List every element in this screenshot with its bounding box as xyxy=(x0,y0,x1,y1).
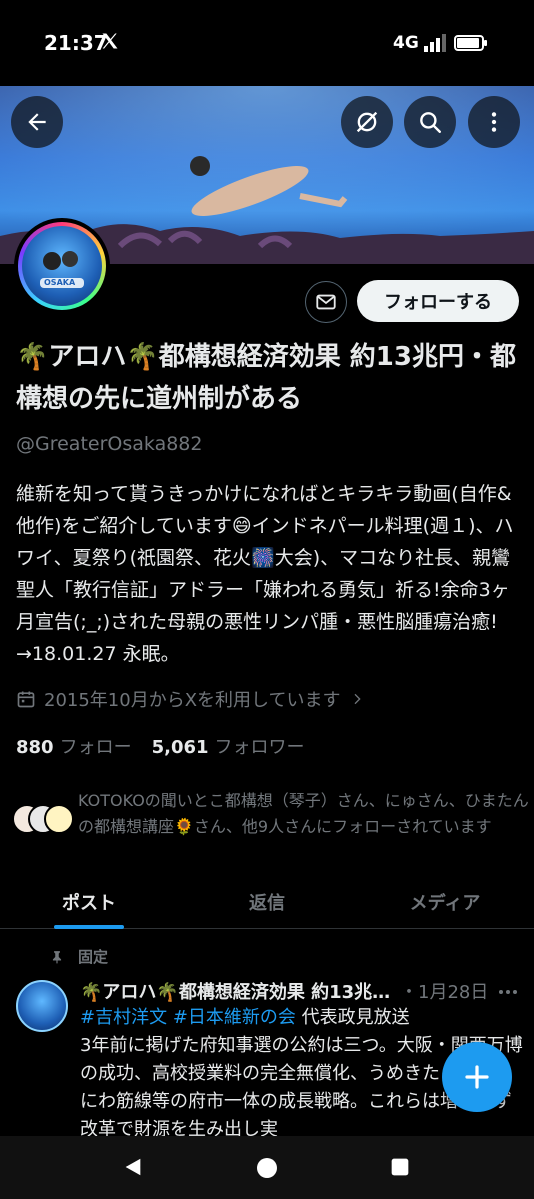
post-date[interactable]: ・1月28日 xyxy=(400,978,488,1004)
back-button[interactable] xyxy=(11,96,63,148)
followers-count: 5,061 xyxy=(151,737,209,758)
follower-avatar xyxy=(44,804,74,834)
envelope-icon xyxy=(316,294,336,310)
following-label: フォロー xyxy=(59,737,132,758)
active-tab-indicator xyxy=(54,925,124,929)
more-button[interactable] xyxy=(468,96,520,148)
x-logo-icon xyxy=(102,33,118,49)
tab-label: 返信 xyxy=(249,893,285,914)
display-name: 🌴アロハ🌴都構想経済効果 約13兆円・都構想の先に道州制がある xyxy=(16,342,516,414)
system-nav-bar xyxy=(0,1136,534,1199)
nav-back-icon[interactable] xyxy=(122,1156,144,1178)
arrow-left-icon xyxy=(28,113,46,131)
tab-media[interactable]: メディア xyxy=(356,873,534,928)
follow-stats: 880 フォロー 5,061 フォロワー xyxy=(16,733,305,759)
hashtag-link[interactable]: #吉村洋文 xyxy=(80,1007,167,1028)
followers-link[interactable]: 5,061 フォロワー xyxy=(152,733,305,759)
search-icon xyxy=(420,112,441,133)
pinned-indicator: 固定 xyxy=(50,946,108,967)
network-type: 4G xyxy=(393,33,419,53)
handle: @GreaterOsaka882 xyxy=(16,433,203,455)
battery-icon xyxy=(454,35,487,51)
nav-home-icon[interactable] xyxy=(255,1156,279,1180)
message-button[interactable] xyxy=(305,281,347,323)
tab-posts[interactable]: ポスト xyxy=(0,873,178,929)
followers-label: フォロワー xyxy=(214,737,305,758)
followed-by-avatars xyxy=(12,804,74,836)
joined-date[interactable]: 2015年10月からXを利用しています xyxy=(16,686,365,712)
tab-label: メディア xyxy=(409,893,481,914)
post-header: 🌴アロハ🌴都構想経済効果 約13兆円・都構想の先に道州制がある ・1月28日 xyxy=(80,978,520,1004)
tab-replies[interactable]: 返信 xyxy=(178,873,356,928)
more-vertical-icon xyxy=(491,112,497,132)
profile-avatar[interactable]: OSAKA xyxy=(14,218,110,314)
chevron-right-icon xyxy=(354,693,361,705)
follow-button[interactable]: フォローする xyxy=(357,280,519,322)
grok-icon xyxy=(356,111,378,133)
hashtag-link[interactable]: #日本維新の会 xyxy=(173,1007,296,1028)
followed-by-text: KOTOKOの聞いとこ都構想（琴子）さん、にゅさん、ひまたんの都構想講座🌻さん、… xyxy=(78,791,529,836)
following-link[interactable]: 880 フォロー xyxy=(16,733,132,759)
post-author[interactable]: 🌴アロハ🌴都構想経済効果 約13兆円・都構想の先に道州制がある xyxy=(80,978,396,1004)
joined-text: 2015年10月からXを利用しています xyxy=(44,690,341,711)
tab-label: ポスト xyxy=(62,893,116,914)
bio: 維新を知って貰うきっかけになればとキラキラ動画(自作&他作)をご紹介しています😄… xyxy=(16,483,514,665)
post-text-inline: 代表政見放送 xyxy=(301,1007,410,1028)
plus-icon xyxy=(465,1065,489,1089)
profile-tabs: ポスト 返信 メディア xyxy=(0,873,534,929)
status-time: 21:37 xyxy=(44,31,108,55)
status-bar: 21:37 4G xyxy=(0,0,534,86)
pin-icon xyxy=(52,950,62,963)
post-more-icon[interactable] xyxy=(496,980,520,1004)
signal-icon xyxy=(424,34,446,52)
following-count: 880 xyxy=(16,737,54,758)
nav-recents-icon[interactable] xyxy=(390,1157,410,1177)
pinned-label: 固定 xyxy=(78,948,109,966)
grok-button[interactable] xyxy=(341,96,393,148)
post-avatar[interactable] xyxy=(16,980,68,1032)
search-button[interactable] xyxy=(404,96,456,148)
calendar-icon xyxy=(17,691,35,708)
avatar-text: OSAKA xyxy=(44,278,76,287)
avatar-image: OSAKA xyxy=(22,226,102,306)
compose-button[interactable] xyxy=(442,1042,512,1112)
